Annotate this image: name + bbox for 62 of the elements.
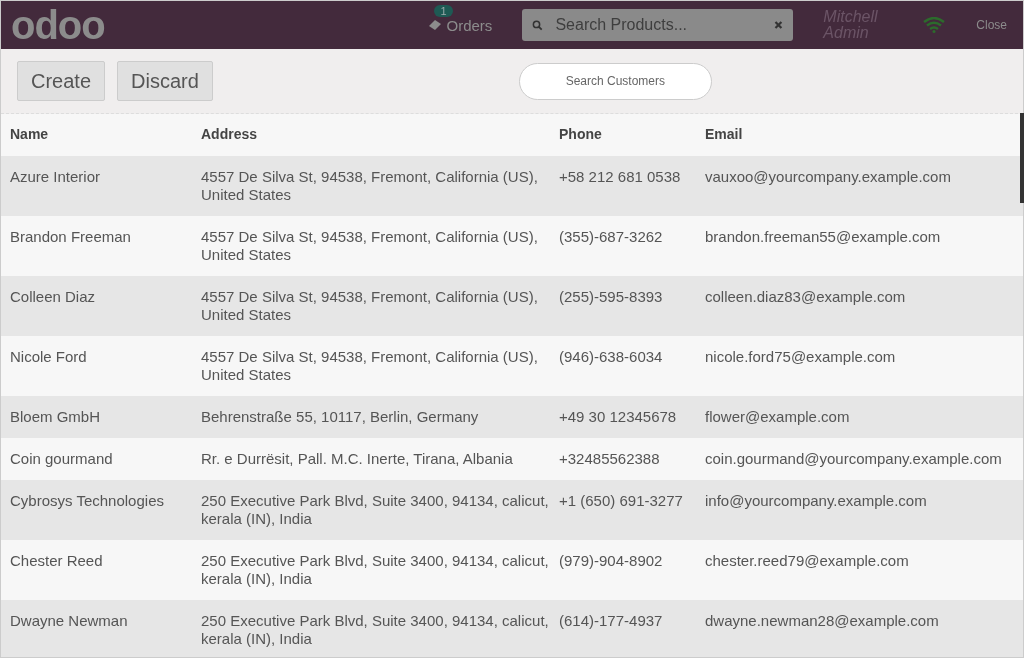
- close-button[interactable]: Close: [970, 17, 1013, 33]
- table-cell-text: Cybrosys Technologies: [10, 492, 165, 510]
- table-cell-text: (979)-904-8902: [559, 552, 664, 570]
- table-cell-text: (946)-638-6034: [559, 348, 664, 366]
- table-cell-text: +58 212 681 0538: [559, 168, 682, 186]
- orders-count-badge: 1: [434, 4, 453, 17]
- table-cell-text: 4557 De Silva St, 94538, Fremont, California (US), United States: [201, 228, 539, 264]
- table-cell-text: chester.reed79@example.com: [705, 552, 910, 570]
- table-cell-text: Behrenstraße 55, 10117, Berlin, Germany: [201, 408, 480, 426]
- table-cell-text: 250 Executive Park Blvd, Suite 3400, 94134, calicut, kerala (IN), India: [201, 492, 550, 528]
- customer-row[interactable]: Dwayne Newman 250 Executive Park Blvd, Suite 3400, 94134, calicut, kerala (IN), India (614)-177-4937 dwayne.newman28@example.com: [1, 600, 1023, 657]
- table-cell-text: Chester Reed: [10, 552, 104, 570]
- customer-row[interactable]: Cybrosys Technologies 250 Executive Park Blvd, Suite 3400, 94134, calicut, kerala (IN), India +1 (650) 691-3277 info@yourcompany.example.com: [1, 480, 1023, 540]
- table-cell-text: 4557 De Silva St, 94538, Fremont, California (US), United States: [201, 168, 539, 204]
- table-cell-text: (355)-687-3262: [559, 228, 664, 246]
- table-cell-text: +49 30 12345678: [559, 408, 678, 426]
- customer-row[interactable]: Chester Reed 250 Executive Park Blvd, Suite 3400, 94134, calicut, kerala (IN), India (979)-904-8902 chester.reed79@example.com: [1, 540, 1023, 600]
- table-cell-text: 4557 De Silva St, 94538, Fremont, California (US), United States: [201, 348, 539, 384]
- search-bar[interactable]: Search Products...: [522, 9, 794, 41]
- product-search-field[interactable]: Search Products...: [553, 15, 765, 35]
- table-cell-text: brandon.freeman55@example.com: [705, 228, 942, 246]
- customer-row[interactable]: Azure Interior 4557 De Silva St, 94538, Fremont, California (US), United States +58 212 681 0538 vauxoo@yourcompany.example.com: [1, 156, 1023, 216]
- toolbar-button[interactable]: Create: [17, 61, 106, 101]
- table-cell-text: Bloem GmbH: [10, 408, 102, 426]
- table-cell-text: info@yourcompany.example.com: [705, 492, 928, 510]
- customer-row[interactable]: Bloem GmbH Behrenstraße 55, 10117, Berlin, Germany +49 30 12345678 flower@example.com: [1, 396, 1023, 438]
- table-cell-text: Nicole Ford: [10, 348, 88, 366]
- customer-row[interactable]: Colleen Diaz 4557 De Silva St, 94538, Fremont, California (US), United States (255)-595-8393 colleen.diaz83@example.com: [1, 276, 1023, 336]
- close-icon[interactable]: [774, 19, 784, 31]
- table-cell-text: nicole.ford75@example.com: [705, 348, 897, 366]
- table-cell-text: (255)-595-8393: [559, 288, 664, 306]
- table-cell-text: 250 Executive Park Blvd, Suite 3400, 94134, calicut, kerala (IN), India: [201, 552, 550, 588]
- scrollbar-thumb[interactable]: [1020, 113, 1024, 203]
- table-cell-text: vauxoo@yourcompany.example.com: [705, 168, 952, 186]
- column-header: Address: [201, 126, 259, 142]
- table-cell-text: 4557 De Silva St, 94538, Fremont, California (US), United States: [201, 288, 539, 324]
- customer-search-field[interactable]: Search Customers: [518, 62, 712, 100]
- table-cell-text: flower@example.com: [705, 408, 851, 426]
- table-cell-text: +1 (650) 691-3277: [559, 492, 684, 510]
- table-cell-text: Azure Interior: [10, 168, 102, 186]
- table-cell-text: Brandon Freeman: [10, 228, 132, 246]
- customer-row[interactable]: Nicole Ford 4557 De Silva St, 94538, Fremont, California (US), United States (946)-638-6034 nicole.ford75@example.com: [1, 336, 1023, 396]
- table-cell-text: dwayne.newman28@example.com: [705, 612, 940, 630]
- table-cell-text: 250 Executive Park Blvd, Suite 3400, 94134, calicut, kerala (IN), India: [201, 612, 550, 648]
- orders-button[interactable]: Orders: [418, 16, 493, 34]
- ticket-icon: [428, 18, 443, 32]
- customer-row[interactable]: Coin gourmand Rr. e Durrësit, Pall. M.C. Inerte, Tirana, Albania +32485562388 coin.gourmand@yourcompany.example.com: [1, 438, 1023, 480]
- odoo-logo: odoo: [11, 5, 105, 45]
- toolbar-button[interactable]: Discard: [117, 61, 213, 101]
- column-header: Name: [10, 126, 50, 142]
- table-cell-text: Coin gourmand: [10, 450, 114, 468]
- column-header: Email: [705, 126, 744, 142]
- table-cell-text: Dwayne Newman: [10, 612, 129, 630]
- table-cell-text: coin.gourmand@yourcompany.example.com: [705, 450, 1003, 468]
- customer-row[interactable]: Brandon Freeman 4557 De Silva St, 94538, Fremont, California (US), United States (355)-687-3262 brandon.freeman55@example.com: [1, 216, 1023, 276]
- table-cell-text: Rr. e Durrësit, Pall. M.C. Inerte, Tirana, Albania: [201, 450, 514, 468]
- table-cell-text: Colleen Diaz: [10, 288, 97, 306]
- column-header: Phone: [559, 126, 603, 142]
- wifi-icon: [923, 17, 946, 33]
- table-cell-text: (614)-177-4937: [559, 612, 664, 630]
- table-cell-text: colleen.diaz83@example.com: [705, 288, 907, 306]
- table-cell-text: +32485562388: [559, 450, 661, 468]
